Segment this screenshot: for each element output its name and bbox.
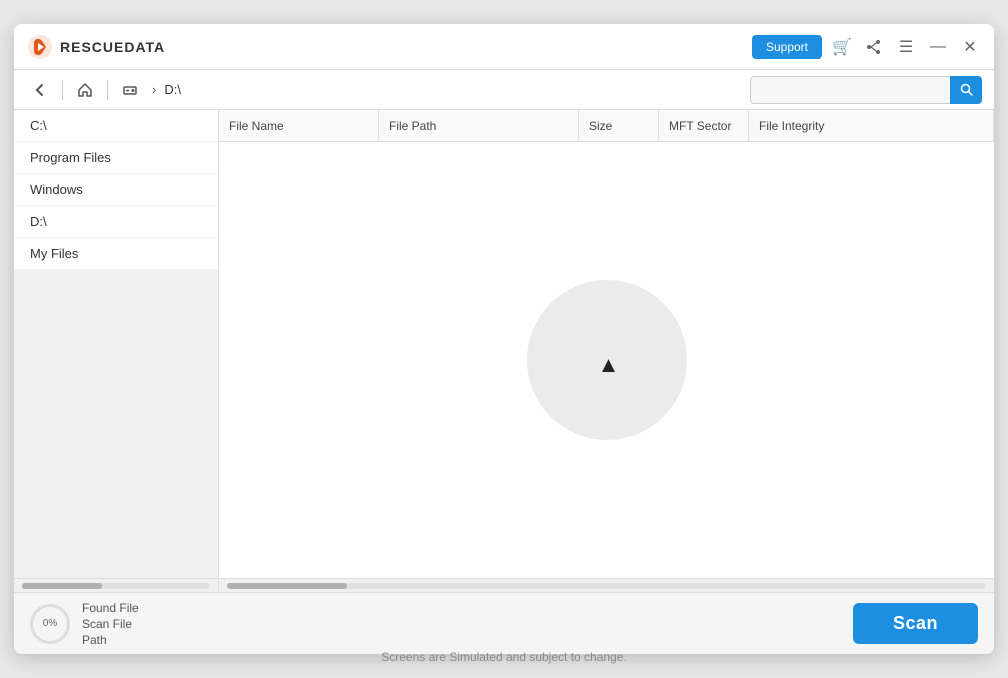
col-header-filename: File Name bbox=[219, 110, 379, 141]
progress-circle: 0% bbox=[30, 604, 70, 644]
right-scroll-track[interactable] bbox=[227, 583, 986, 589]
tree-item[interactable]: Windows bbox=[14, 174, 218, 206]
status-line-2: Scan File bbox=[82, 617, 139, 631]
app-title: RESCUEDATA bbox=[60, 39, 165, 55]
status-line-1: Found File bbox=[82, 601, 139, 615]
menu-icon[interactable]: ☰ bbox=[894, 35, 918, 59]
tree-item[interactable]: D:\ bbox=[14, 206, 218, 238]
logo-area: RESCUEDATA bbox=[26, 33, 752, 61]
right-panel: File Name File Path Size MFT Sector File… bbox=[219, 110, 994, 578]
drive-icon bbox=[122, 82, 138, 98]
toolbar-divider-1 bbox=[62, 80, 63, 100]
search-icon bbox=[960, 83, 973, 96]
col-header-integrity: File Integrity bbox=[749, 110, 994, 141]
status-bar: 0% Found File Scan File Path Scan bbox=[14, 592, 994, 654]
home-icon bbox=[77, 82, 93, 98]
tree-item[interactable]: My Files bbox=[14, 238, 218, 270]
minimize-icon[interactable]: — bbox=[926, 35, 950, 59]
left-scroll-track[interactable] bbox=[22, 583, 210, 589]
app-window: RESCUEDATA Support 🛒 ☰ — ✕ › D:\ bbox=[14, 24, 994, 654]
loading-spinner: ▲ bbox=[527, 280, 687, 440]
title-bar: RESCUEDATA Support 🛒 ☰ — ✕ bbox=[14, 24, 994, 70]
panels-row: C:\Program FilesWindowsD:\My Files File … bbox=[14, 110, 994, 578]
toolbar: › D:\ bbox=[14, 70, 994, 110]
path-separator: › bbox=[152, 82, 156, 97]
col-header-filepath: File Path bbox=[379, 110, 579, 141]
title-bar-actions: Support 🛒 ☰ — ✕ bbox=[752, 35, 982, 59]
toolbar-divider-2 bbox=[107, 80, 108, 100]
drive-button[interactable] bbox=[116, 76, 144, 104]
left-panel-wrapper: C:\Program FilesWindowsD:\My Files bbox=[14, 110, 219, 578]
breadcrumb: D:\ bbox=[164, 82, 181, 97]
logo-icon bbox=[26, 33, 54, 61]
tree-item[interactable]: Program Files bbox=[14, 142, 218, 174]
table-header: File Name File Path Size MFT Sector File… bbox=[219, 110, 994, 142]
right-scrollbar[interactable] bbox=[219, 579, 994, 592]
close-icon[interactable]: ✕ bbox=[958, 35, 982, 59]
col-header-mft: MFT Sector bbox=[659, 110, 749, 141]
footer: Screens are Simulated and subject to cha… bbox=[0, 650, 1008, 664]
status-line-3: Path bbox=[82, 633, 139, 647]
tree-item[interactable]: C:\ bbox=[14, 110, 218, 142]
col-header-size: Size bbox=[579, 110, 659, 141]
back-icon bbox=[32, 82, 48, 98]
cursor-icon: ▲ bbox=[598, 352, 620, 378]
home-button[interactable] bbox=[71, 76, 99, 104]
left-scrollbar[interactable] bbox=[14, 579, 219, 592]
search-button[interactable] bbox=[950, 76, 982, 104]
status-text: Found File Scan File Path bbox=[82, 601, 139, 647]
table-body: ▲ bbox=[219, 142, 994, 578]
search-area bbox=[750, 76, 982, 104]
progress-percent: 0% bbox=[43, 618, 57, 629]
left-panel: C:\Program FilesWindowsD:\My Files bbox=[14, 110, 219, 270]
scan-button[interactable]: Scan bbox=[853, 603, 978, 644]
main-area: C:\Program FilesWindowsD:\My Files File … bbox=[14, 110, 994, 592]
support-button[interactable]: Support bbox=[752, 35, 822, 59]
share-icon[interactable] bbox=[862, 35, 886, 59]
search-input[interactable] bbox=[750, 76, 950, 104]
cart-icon[interactable]: 🛒 bbox=[830, 35, 854, 59]
back-button[interactable] bbox=[26, 76, 54, 104]
scrollbars-row bbox=[14, 578, 994, 592]
